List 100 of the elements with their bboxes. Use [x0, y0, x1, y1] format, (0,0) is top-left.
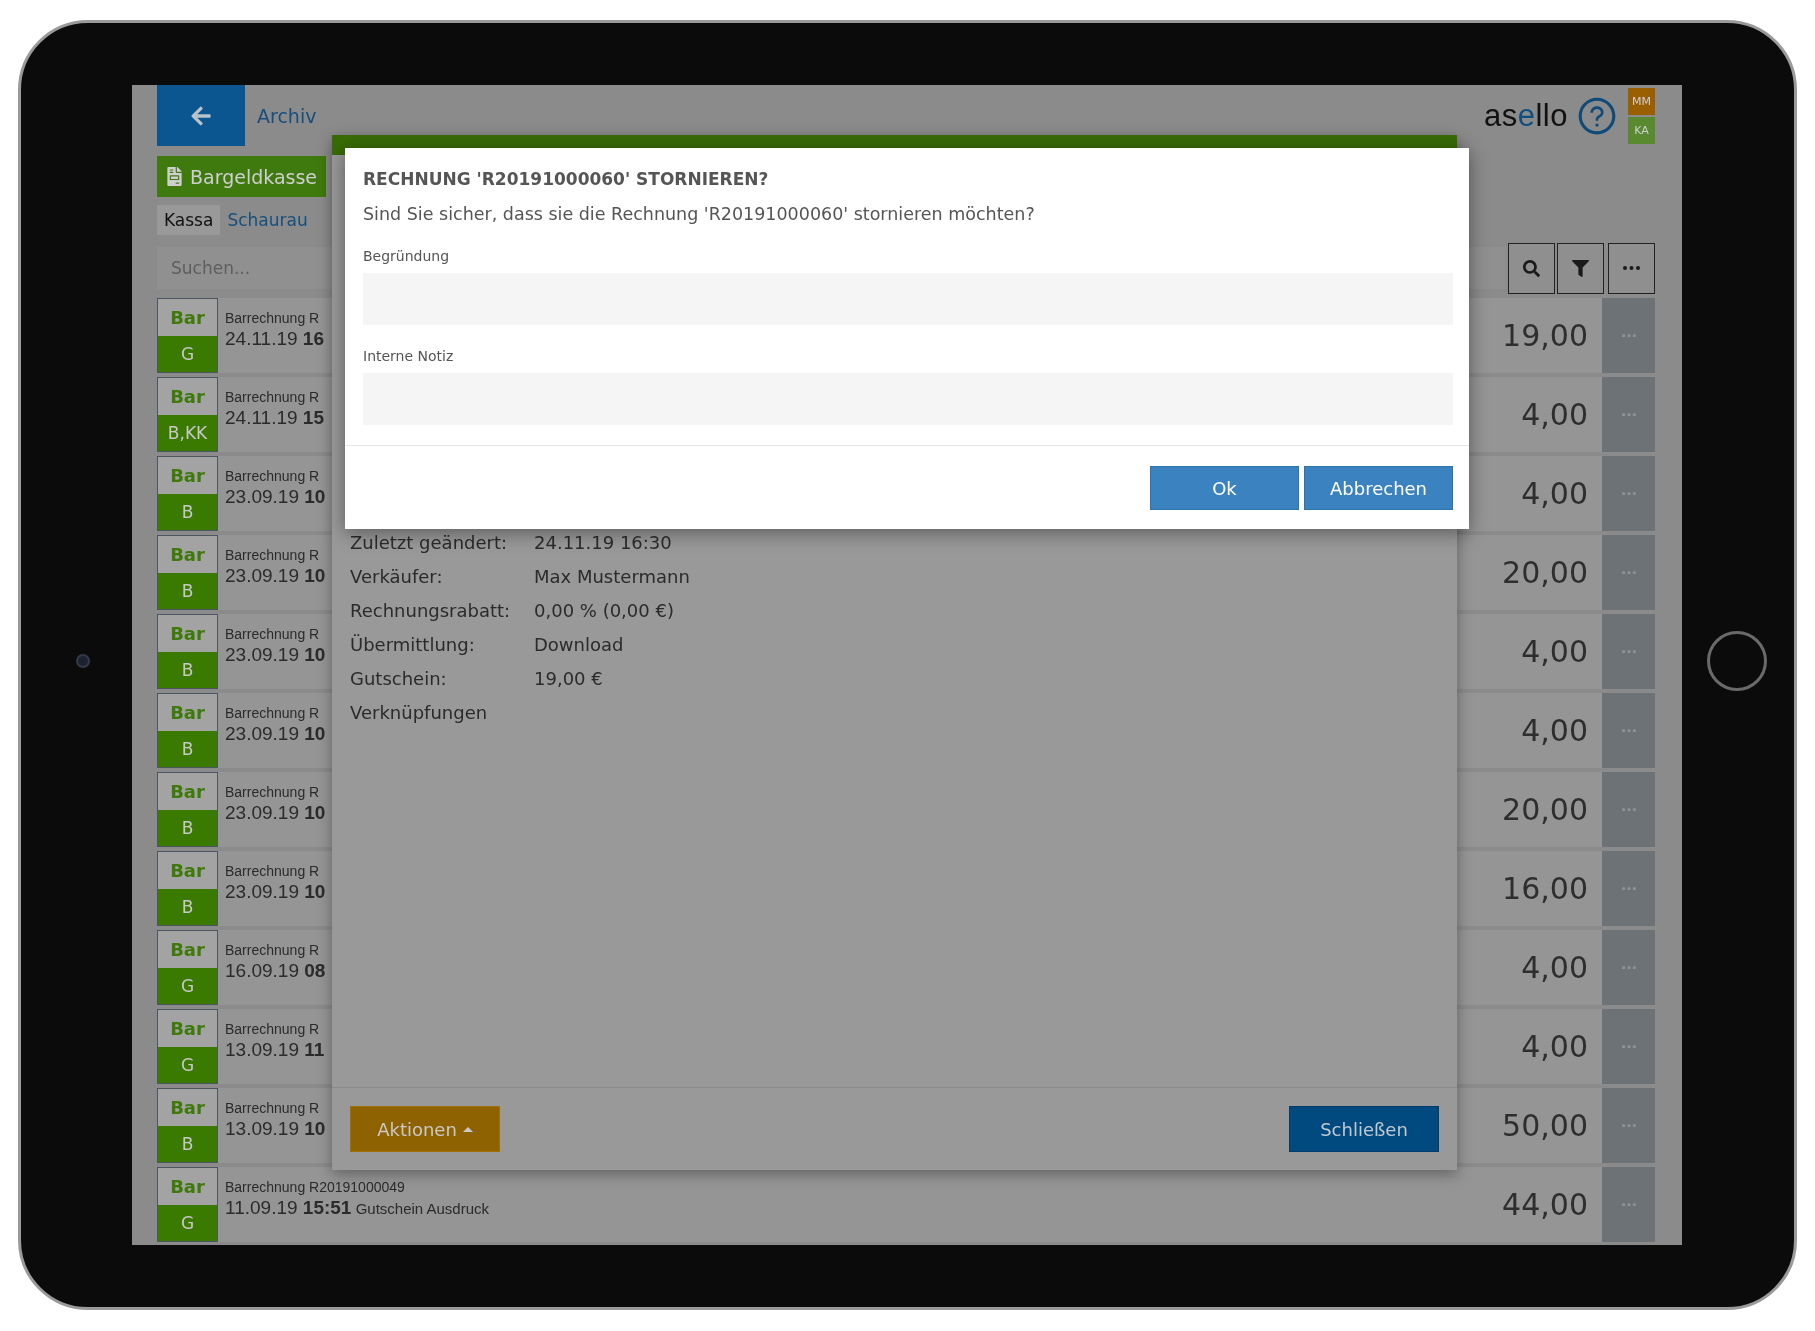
- invoice-amount: 4,00: [1521, 634, 1588, 669]
- payment-method-label: Bar: [157, 693, 218, 731]
- invoice-date: 13.09.19 11: [225, 1039, 325, 1061]
- invoice-amount: 4,00: [1521, 397, 1588, 432]
- invoice-date: 13.09.19 10: [225, 1118, 326, 1140]
- invoice-date: 24.11.19 15: [225, 407, 324, 429]
- field-label: Rechnungsrabatt:: [350, 599, 512, 621]
- field-value: Download: [534, 633, 625, 655]
- field-value: 24.11.19 16:30: [534, 531, 673, 553]
- camera-lens: [76, 654, 90, 668]
- user-badge[interactable]: KA: [1628, 116, 1655, 144]
- ellipsis-icon: [1621, 412, 1636, 417]
- payment-method-label: Bar: [157, 1088, 218, 1126]
- invoice-date: 23.09.19 10: [225, 486, 326, 508]
- user-badge[interactable]: MM: [1628, 87, 1655, 115]
- ellipsis-icon: [1621, 491, 1636, 496]
- payment-method-label: Bar: [157, 851, 218, 889]
- close-button[interactable]: Schließen: [1289, 1106, 1439, 1152]
- invoice-amount: 4,00: [1521, 713, 1588, 748]
- payment-method-label: Bar: [157, 298, 218, 336]
- cancel-button[interactable]: Abbrechen: [1304, 466, 1453, 510]
- invoice-title: Barrechnung R: [225, 626, 320, 642]
- invoice-title: Barrechnung R20191000049: [225, 1179, 405, 1195]
- ok-button[interactable]: Ok: [1150, 466, 1299, 510]
- back-arrow-icon: [190, 104, 212, 127]
- invoice-title: Barrechnung R: [225, 863, 320, 879]
- tab[interactable]: Schaurau: [220, 205, 315, 235]
- row-menu-button[interactable]: [1602, 1009, 1655, 1084]
- field-label: Gutschein:: [350, 667, 448, 689]
- ellipsis-icon: [1621, 1123, 1636, 1128]
- invoice-amount: 4,00: [1521, 1029, 1588, 1064]
- field-label: Übermittlung:: [350, 633, 476, 655]
- tag-label: B: [157, 809, 218, 847]
- back-button[interactable]: [157, 85, 245, 146]
- row-menu-button[interactable]: [1602, 456, 1655, 531]
- field-label: Begründung: [363, 247, 451, 265]
- actions-button[interactable]: Aktionen: [350, 1106, 500, 1152]
- invoice-amount: 50,00: [1502, 1108, 1588, 1143]
- row-menu-button[interactable]: [1602, 772, 1655, 847]
- invoice-date: 23.09.19 10: [225, 644, 326, 666]
- field-label: Zuletzt geändert:: [350, 531, 509, 553]
- invoice-title: Barrechnung R: [225, 1021, 320, 1037]
- row-menu-button[interactable]: [1602, 851, 1655, 926]
- search-button[interactable]: [1508, 242, 1555, 294]
- more-button[interactable]: [1608, 242, 1655, 294]
- filter-button[interactable]: [1557, 242, 1604, 294]
- tab[interactable]: Kassa: [157, 205, 221, 235]
- ellipsis-icon: [1621, 886, 1636, 891]
- field-value: 19,00 €: [534, 667, 604, 689]
- invoice-title: Barrechnung R: [225, 942, 320, 958]
- ellipsis-icon: [1621, 649, 1636, 654]
- invoice-date: 16.09.19 08: [225, 960, 326, 982]
- caret-icon: [462, 1126, 473, 1132]
- row-menu-button[interactable]: [1602, 614, 1655, 689]
- invoice-date: 23.09.19 10: [225, 881, 326, 903]
- field-label: Verkäufer:: [350, 565, 444, 587]
- register-button[interactable]: Bargeldkasse: [157, 156, 327, 197]
- ellipsis-icon: [1621, 333, 1636, 338]
- invoice-row[interactable]: Bar G Barrechnung R20191000049 11.09.19 15:51 Gutschein Ausdruck 44,00: [157, 1167, 1655, 1242]
- invoice-amount: 20,00: [1502, 555, 1588, 590]
- tag-label: B: [157, 493, 218, 531]
- payment-method-label: Bar: [157, 377, 218, 415]
- invoice-date: 23.09.19 10: [225, 723, 326, 745]
- ellipsis-icon: [1621, 1044, 1636, 1049]
- payment-method-label: Bar: [157, 930, 218, 968]
- payment-method-label: Bar: [157, 1009, 218, 1047]
- invoice-amount: 4,00: [1521, 950, 1588, 985]
- ellipsis-icon: [1623, 266, 1640, 270]
- receipt-icon: [165, 167, 184, 186]
- logo: asello: [1484, 97, 1568, 134]
- invoice-date: 23.09.19 10: [225, 565, 326, 587]
- invoice-title: Barrechnung R: [225, 1100, 320, 1116]
- ellipsis-icon: [1621, 807, 1636, 812]
- tag-label: B: [157, 730, 218, 768]
- invoice-amount: 4,00: [1521, 476, 1588, 511]
- home-button[interactable]: [1707, 631, 1767, 691]
- invoice-title: Barrechnung R: [225, 468, 320, 484]
- tag-label: B: [157, 888, 218, 926]
- payment-method-label: Bar: [157, 1167, 218, 1205]
- field-value: Max Mustermann: [534, 565, 691, 587]
- invoice-title: Barrechnung R: [225, 784, 320, 800]
- row-menu-button[interactable]: [1602, 1088, 1655, 1163]
- search-icon: [1523, 259, 1540, 277]
- invoice-date: 23.09.19 10: [225, 802, 326, 824]
- ellipsis-icon: [1621, 728, 1636, 733]
- filter-icon: [1572, 259, 1589, 277]
- page-title: Archiv: [257, 104, 317, 127]
- row-menu-button[interactable]: [1602, 930, 1655, 1005]
- row-menu-button[interactable]: [1602, 377, 1655, 452]
- row-menu-button[interactable]: [1602, 535, 1655, 610]
- row-menu-button[interactable]: [1602, 1167, 1655, 1242]
- ellipsis-icon: [1621, 965, 1636, 970]
- invoice-amount: 20,00: [1502, 792, 1588, 827]
- invoice-title: Barrechnung R: [225, 389, 320, 405]
- tag-label: G: [157, 1046, 218, 1084]
- row-menu-button[interactable]: [1602, 693, 1655, 768]
- section-title: Verknüpfungen: [350, 701, 489, 723]
- payment-method-label: Bar: [157, 535, 218, 573]
- tag-label: G: [157, 1204, 218, 1242]
- tag-label: B,KK: [157, 414, 218, 452]
